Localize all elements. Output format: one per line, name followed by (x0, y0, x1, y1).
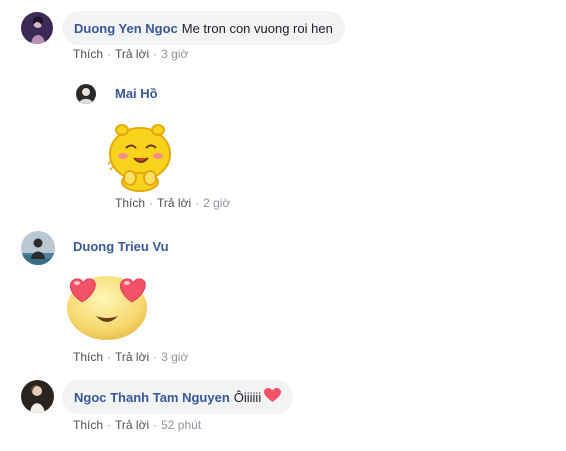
comment-actions: Thích · Trả lời · 2 giờ (115, 196, 230, 210)
comment-timestamp[interactable]: 2 giờ (203, 196, 230, 210)
comment-actions: Thích · Trả lời · 3 giờ (73, 350, 188, 364)
comment-timestamp[interactable]: 3 giờ (161, 47, 188, 61)
separator-dot: · (153, 418, 158, 432)
avatar[interactable] (21, 380, 54, 413)
comment-bubble: Ngoc Thanh Tam Nguyen Ôiiiiii (62, 380, 294, 414)
separator-dot: · (107, 418, 112, 432)
separator-dot: · (195, 196, 200, 210)
reply-item: Mai Hồ Thích · Trả lời · 2 giờ (0, 78, 566, 218)
separator-dot: · (107, 47, 112, 61)
reply-link[interactable]: Trả lời (115, 418, 149, 432)
comment-author[interactable]: Mai Hồ (115, 86, 158, 101)
reply-link[interactable]: Trả lời (115, 47, 149, 61)
avatar[interactable] (21, 231, 55, 265)
like-link[interactable]: Thích (73, 47, 103, 61)
reply-link[interactable]: Trả lời (115, 350, 149, 364)
comment-timestamp[interactable]: 3 giờ (161, 350, 188, 364)
reply-link[interactable]: Trả lời (157, 196, 191, 210)
heart-eyes-sticker (62, 268, 152, 342)
comment-author[interactable]: Duong Trieu Vu (73, 239, 169, 254)
comment-actions: Thích · Trả lời · 3 giờ (73, 47, 188, 61)
comment-timestamp[interactable]: 52 phút (161, 418, 201, 432)
separator-dot: · (153, 47, 158, 61)
comment-bubble: Duong Yen Ngoc Me tron con vuong roi hen (62, 11, 345, 45)
comment-author[interactable]: Ngoc Thanh Tam Nguyen (74, 390, 230, 405)
comment-text: Ôiiiiii (233, 389, 262, 405)
comment-text: Me tron con vuong roi hen (181, 20, 333, 36)
comment-item: Duong Yen Ngoc Me tron con vuong roi hen… (0, 0, 566, 70)
like-link[interactable]: Thích (73, 350, 103, 364)
like-link[interactable]: Thích (73, 418, 103, 432)
heart-icon (264, 388, 282, 406)
comment-actions: Thích · Trả lời · 52 phút (73, 418, 201, 432)
happy-blob-sticker (104, 120, 176, 192)
separator-dot: · (149, 196, 154, 210)
separator-dot: · (153, 350, 158, 364)
avatar[interactable] (21, 12, 53, 44)
comment-item: Duong Trieu Vu Thích · Trả lời · 3 giờ (0, 226, 566, 368)
separator-dot: · (107, 350, 112, 364)
comment-author[interactable]: Duong Yen Ngoc (74, 21, 178, 36)
like-link[interactable]: Thích (115, 196, 145, 210)
avatar[interactable] (76, 84, 96, 104)
comment-item: Ngoc Thanh Tam Nguyen Ôiiiiii Thích · Tr… (0, 376, 566, 451)
